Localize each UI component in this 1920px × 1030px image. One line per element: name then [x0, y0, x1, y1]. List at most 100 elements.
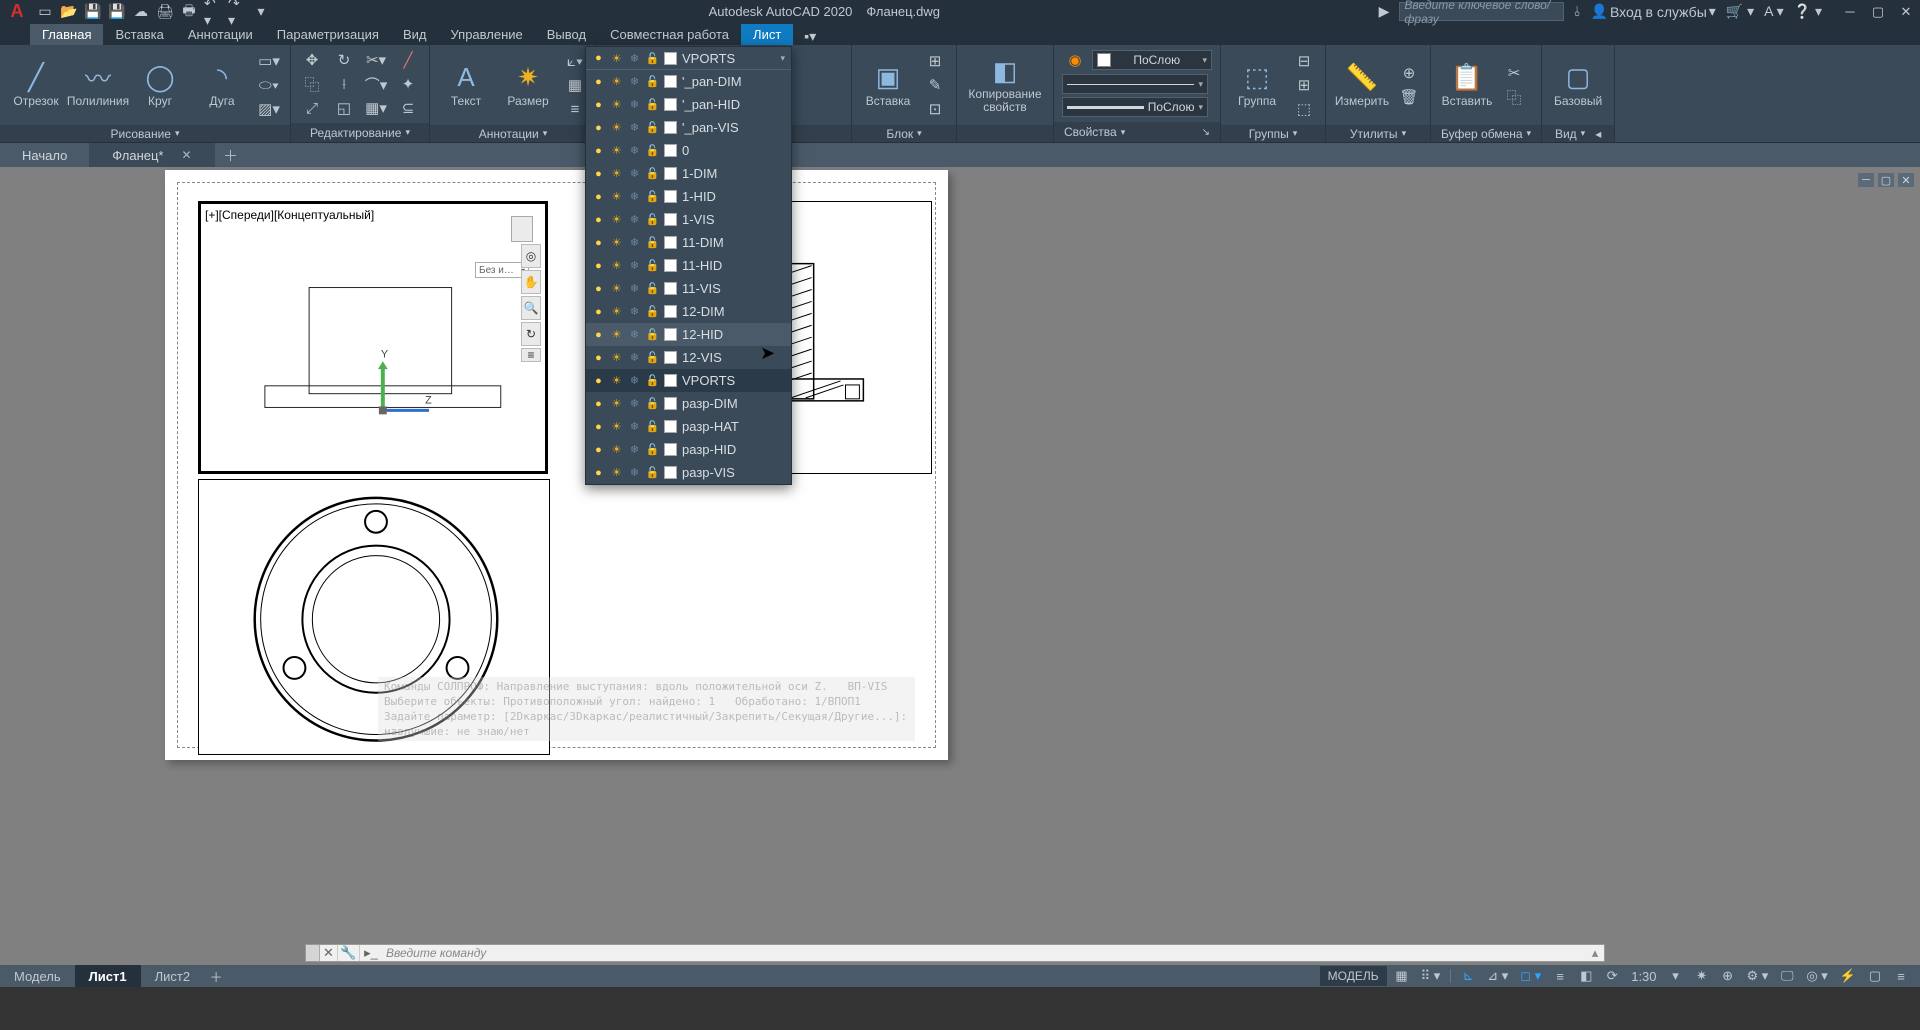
layer-on-icon[interactable]: ● [592, 213, 605, 226]
vp-maximize-button[interactable]: ▢ [1878, 173, 1894, 187]
status-annoscale-label[interactable]: 1:30 [1627, 966, 1660, 986]
panel-block-title[interactable]: Блок▾ [852, 125, 956, 142]
status-hardware-button[interactable]: ⚡ [1836, 966, 1860, 986]
layer-row[interactable]: ●☀❄🔓'_pan-HID [586, 93, 791, 116]
layer-freeze-icon[interactable]: ☀ [610, 190, 623, 203]
layer-lock-icon[interactable]: 🔓 [646, 52, 659, 65]
layer-on-icon[interactable]: ● [592, 236, 605, 249]
layer-row[interactable]: ●☀❄🔓1-HID [586, 185, 791, 208]
panel-edit-title[interactable]: Редактирование▾ [291, 123, 429, 142]
util2-button[interactable]: 🗑 [1396, 86, 1422, 108]
layer-lock-icon[interactable]: 🔓 [646, 374, 659, 387]
layer-color-swatch[interactable] [664, 351, 677, 364]
panel-utilities-title[interactable]: Утилиты▾ [1326, 125, 1430, 142]
ellipse-button[interactable]: ⬭▾ [256, 74, 282, 96]
commandline-history-button[interactable]: ▴ [1586, 945, 1604, 961]
layer-lock-icon[interactable]: 🔓 [646, 305, 659, 318]
layer-on-icon[interactable]: ● [592, 351, 605, 364]
layer-vpfreeze-icon[interactable]: ❄ [628, 213, 641, 226]
autodesk-app-icon[interactable]: A ▾ [1764, 3, 1783, 20]
qat-dropdown-icon[interactable]: ▾ [252, 3, 270, 21]
status-lineweight-button[interactable]: ≡ [1549, 966, 1571, 986]
status-annotation-button[interactable]: ✷ [1691, 966, 1713, 986]
layer-lock-icon[interactable]: 🔓 [646, 236, 659, 249]
layer-color-swatch[interactable] [664, 190, 677, 203]
cut-button[interactable]: ✂ [1501, 62, 1527, 84]
file-tab-start[interactable]: Начало [0, 143, 90, 167]
layer-freeze-icon[interactable]: ☀ [610, 259, 623, 272]
vp-minimize-button[interactable]: ─ [1858, 173, 1874, 187]
layer-color-swatch[interactable] [664, 305, 677, 318]
layer-vpfreeze-icon[interactable]: ❄ [628, 420, 641, 433]
layer-freeze-icon[interactable]: ☀ [610, 75, 623, 88]
rotate-button[interactable]: ↻ [331, 49, 357, 71]
layer-color-swatch[interactable] [664, 121, 677, 134]
layer-color-swatch[interactable] [664, 397, 677, 410]
layer-vpfreeze-icon[interactable]: ❄ [628, 52, 641, 65]
ungroup-button[interactable]: ⊟ [1291, 50, 1317, 72]
status-osnap-button[interactable]: ◻ ▾ [1516, 966, 1545, 986]
infocenter-icon[interactable]: ⫰ [1574, 3, 1580, 20]
panel-draw-title[interactable]: Рисование▾ [0, 125, 290, 142]
layer-row[interactable]: ●☀❄🔓1-VIS [586, 208, 791, 231]
text-button[interactable]: AТекст [438, 49, 494, 121]
layer-on-icon[interactable]: ● [592, 98, 605, 111]
layer-on-icon[interactable]: ● [592, 466, 605, 479]
layer-color-swatch[interactable] [664, 374, 677, 387]
layer-vpfreeze-icon[interactable]: ❄ [628, 397, 641, 410]
tab-layout1[interactable]: Лист1 [75, 965, 141, 987]
layer-vpfreeze-icon[interactable]: ❄ [628, 236, 641, 249]
command-line[interactable]: ✕ 🔧 ▸_ Введите команду ▴ [305, 944, 1605, 962]
layer-vpfreeze-icon[interactable]: ❄ [628, 443, 641, 456]
status-customize-button[interactable]: ≡ [1890, 966, 1912, 986]
status-cleanscreen-button[interactable]: ▢ [1864, 966, 1886, 986]
layer-color-swatch[interactable] [664, 420, 677, 433]
layer-color-swatch[interactable] [664, 98, 677, 111]
status-isolate-button[interactable]: ◎ ▾ [1802, 966, 1831, 986]
group-button[interactable]: ⬚Группа [1229, 49, 1285, 121]
layer-lock-icon[interactable]: 🔓 [646, 144, 659, 157]
layer-color-swatch[interactable] [664, 443, 677, 456]
layer-freeze-icon[interactable]: ☀ [610, 443, 623, 456]
layer-row[interactable]: ●☀❄🔓VPORTS [586, 369, 791, 392]
maximize-button[interactable]: ▢ [1868, 4, 1888, 20]
arc-button[interactable]: ◝Дуга [194, 49, 250, 121]
layer-lock-icon[interactable]: 🔓 [646, 121, 659, 134]
color-combo[interactable]: ПоСлою▾ [1092, 50, 1212, 70]
layer-row[interactable]: ●☀❄🔓разр-HID [586, 438, 791, 461]
insert-block-button[interactable]: ▣Вставка [860, 49, 916, 121]
layer-dropdown[interactable]: ● ☀ ❄ 🔓 VPORTS ▾ ●☀❄🔓'_pan-DIM●☀❄🔓'_pan-… [585, 46, 792, 485]
layer-freeze-icon[interactable]: ☀ [610, 328, 623, 341]
layer-vpfreeze-icon[interactable]: ❄ [628, 167, 641, 180]
layer-lock-icon[interactable]: 🔓 [646, 190, 659, 203]
layer-vpfreeze-icon[interactable]: ❄ [628, 121, 641, 134]
help-icon[interactable]: ❔ ▾ [1794, 3, 1822, 20]
layer-row[interactable]: ●☀❄🔓разр-DIM [586, 392, 791, 415]
layer-on-icon[interactable]: ● [592, 75, 605, 88]
search-input[interactable]: Введите ключевое слово/фразу [1399, 2, 1564, 21]
layer-vpfreeze-icon[interactable]: ❄ [628, 305, 641, 318]
panel-groups-title[interactable]: Группы▾ [1221, 125, 1325, 142]
layer-lock-icon[interactable]: 🔓 [646, 443, 659, 456]
measure-button[interactable]: 📏Измерить [1334, 49, 1390, 121]
layer-vpfreeze-icon[interactable]: ❄ [628, 75, 641, 88]
layer-on-icon[interactable]: ● [592, 121, 605, 134]
match-properties-button[interactable]: ◧Копирование свойств [965, 49, 1045, 121]
layer-row[interactable]: ●☀❄🔓0 [586, 139, 791, 162]
layer-color-swatch[interactable] [664, 259, 677, 272]
tab-annotate[interactable]: Аннотации [176, 24, 265, 45]
tab-home[interactable]: Главная [30, 24, 103, 45]
status-grid-button[interactable]: ▦ [1391, 966, 1413, 986]
print-icon[interactable]: 🖶 [180, 3, 198, 21]
layer-color-swatch[interactable] [664, 466, 677, 479]
layer-on-icon[interactable]: ● [592, 282, 605, 295]
status-annovis-button[interactable]: ⊕ [1717, 966, 1739, 986]
tab-view[interactable]: Вид [391, 24, 439, 45]
layer-row[interactable]: ●☀❄🔓11-HID [586, 254, 791, 277]
dimension-button[interactable]: ✷Размер [500, 49, 556, 121]
layer-lock-icon[interactable]: 🔓 [646, 351, 659, 364]
tab-output[interactable]: Вывод [535, 24, 598, 45]
featured-apps-icon[interactable]: ▪▾ [801, 27, 819, 45]
file-tab-doc[interactable]: Фланец*✕ [90, 143, 214, 167]
create-block-button[interactable]: ⊞ [922, 50, 948, 72]
